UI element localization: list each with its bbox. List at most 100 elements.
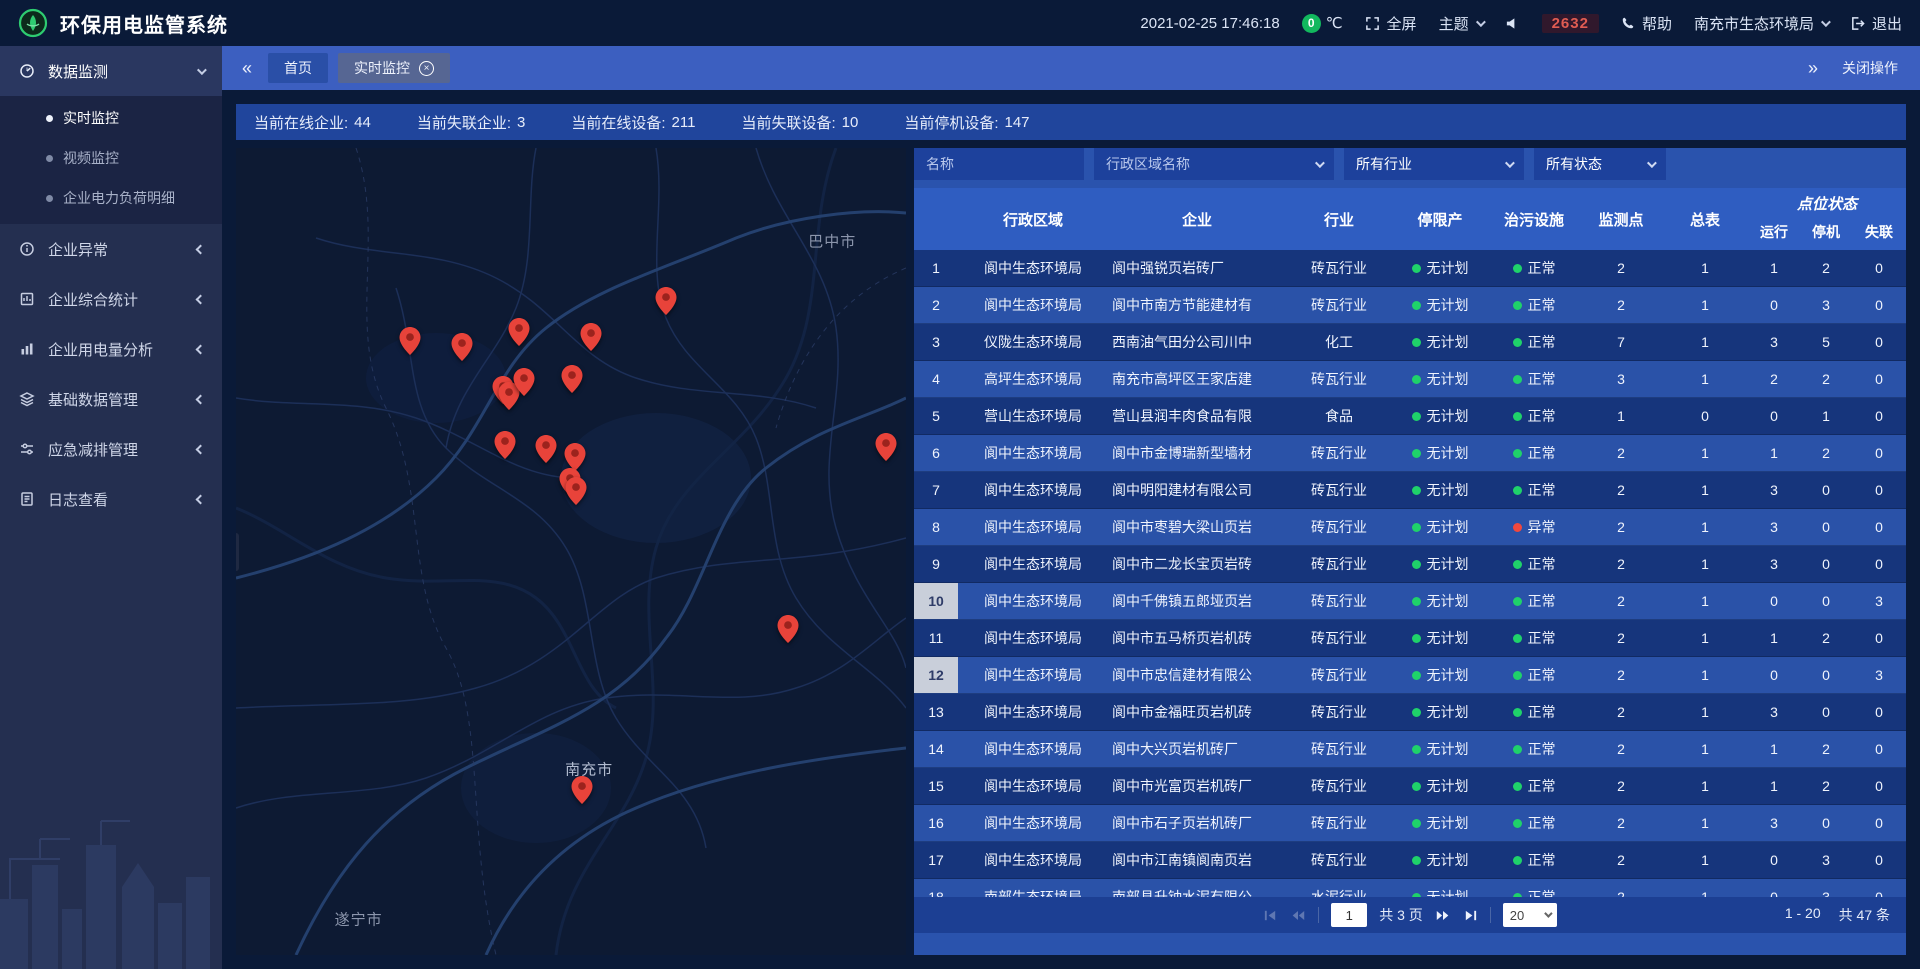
region-filter-value: 行政区域名称: [1106, 154, 1305, 174]
close-icon[interactable]: ×: [419, 61, 434, 76]
row-monitor-points: 2: [1580, 842, 1662, 878]
row-total-meters: 1: [1662, 879, 1748, 897]
map-pin-icon[interactable]: [778, 615, 799, 648]
table-row[interactable]: 8阆中生态环境局阆中市枣碧大梁山页岩砖瓦行业无计划异常21300: [914, 509, 1906, 546]
prev-page-button[interactable]: [1290, 908, 1306, 923]
status-dot-green: [1513, 671, 1522, 680]
row-company: 阆中大兴页岩机砖厂: [1108, 731, 1286, 767]
log-file-icon: [18, 491, 36, 507]
monitor-icon: [18, 63, 36, 79]
map-pin-icon[interactable]: [566, 477, 587, 510]
row-region: 阆中生态环境局: [958, 805, 1108, 841]
table-row[interactable]: 13阆中生态环境局阆中市金福旺页岩机砖砖瓦行业无计划正常21300: [914, 694, 1906, 731]
logout-button[interactable]: 退出: [1850, 13, 1902, 34]
map-pin-icon[interactable]: [572, 776, 593, 809]
table-row[interactable]: 7阆中生态环境局阆中明阳建材有限公司砖瓦行业无计划正常21300: [914, 472, 1906, 509]
org-dropdown[interactable]: 南充市生态环境局: [1694, 13, 1828, 34]
row-facility-status: 正常: [1488, 435, 1580, 471]
row-stopped-count: 2: [1800, 768, 1852, 804]
row-stopped-count: 2: [1800, 620, 1852, 656]
row-facility-status: 正常: [1488, 398, 1580, 434]
map-pin-icon[interactable]: [400, 327, 421, 360]
status-filter-select[interactable]: 所有状态: [1534, 148, 1666, 180]
page-input[interactable]: [1331, 903, 1367, 927]
row-company: 阆中市石子页岩机砖厂: [1108, 805, 1286, 841]
map-pin-icon[interactable]: [508, 318, 529, 351]
col-industry: 行业: [1286, 188, 1392, 250]
row-stopped-count: 2: [1800, 731, 1852, 767]
row-stopped-count: 2: [1800, 250, 1852, 286]
table-row[interactable]: 3仪陇生态环境局西南油气田分公司川中化工无计划正常71350: [914, 324, 1906, 361]
map-pin-icon[interactable]: [536, 435, 557, 468]
speaker-icon: [1505, 16, 1520, 31]
name-filter-input[interactable]: [914, 148, 1084, 180]
table-row[interactable]: 1阆中生态环境局阆中强锐页岩砖厂砖瓦行业无计划正常21120: [914, 250, 1906, 287]
stat-value: 147: [1005, 114, 1030, 131]
status-dot-green: [1513, 412, 1522, 421]
sidebar-group-company-abnormal[interactable]: 企业异常: [0, 224, 222, 274]
map-pin-icon[interactable]: [656, 287, 677, 320]
chevron-left-icon: [196, 344, 206, 354]
map-pin-icon[interactable]: [875, 433, 896, 466]
table-row[interactable]: 10阆中生态环境局阆中千佛镇五郎垭页岩砖瓦行业无计划正常21003: [914, 583, 1906, 620]
sidebar-group-base-data[interactable]: 基础数据管理: [0, 374, 222, 424]
page-size-select[interactable]: 20: [1503, 903, 1557, 927]
tab-home[interactable]: 首页: [268, 53, 328, 83]
industry-filter-select[interactable]: 所有行业: [1344, 148, 1524, 180]
last-page-button[interactable]: [1463, 908, 1478, 923]
row-stopped-count: 3: [1800, 879, 1852, 897]
sidebar-item-realtime-monitor[interactable]: 实时监控: [0, 98, 222, 138]
total-pages-label: 共 3 页: [1379, 905, 1423, 925]
map-pin-icon[interactable]: [581, 323, 602, 356]
next-page-button[interactable]: [1435, 908, 1451, 923]
tabs-scroll-right-icon[interactable]: »: [1808, 59, 1818, 77]
row-limit-status: 无计划: [1392, 435, 1488, 471]
first-page-button[interactable]: [1263, 908, 1278, 923]
table-row[interactable]: 18南部生态环境局南部县升钟水泥有限公水泥行业无计划正常21030: [914, 879, 1906, 897]
table-row[interactable]: 2阆中生态环境局阆中市南方节能建材有砖瓦行业无计划正常21030: [914, 287, 1906, 324]
row-company: 南部县升钟水泥有限公: [1108, 879, 1286, 897]
table-row[interactable]: 14阆中生态环境局阆中大兴页岩机砖厂砖瓦行业无计划正常21120: [914, 731, 1906, 768]
row-running-count: 1: [1748, 435, 1800, 471]
map-pin-icon[interactable]: [514, 368, 535, 401]
help-button[interactable]: 帮助: [1621, 13, 1672, 34]
row-lost-count: 0: [1852, 731, 1906, 767]
table-row[interactable]: 16阆中生态环境局阆中市石子页岩机砖厂砖瓦行业无计划正常21300: [914, 805, 1906, 842]
table-row[interactable]: 9阆中生态环境局阆中市二龙长宝页岩砖砖瓦行业无计划正常21300: [914, 546, 1906, 583]
sidebar-group-label: 企业综合统计: [48, 289, 138, 310]
table-row[interactable]: 5营山生态环境局营山县润丰肉食品有限食品无计划正常10010: [914, 398, 1906, 435]
row-lost-count: 0: [1852, 546, 1906, 582]
tabs-scroll-left-icon[interactable]: «: [242, 59, 252, 77]
status-dot-green: [1513, 449, 1522, 458]
sidebar-item-video-monitor[interactable]: 视频监控: [0, 138, 222, 178]
table-row[interactable]: 11阆中生态环境局阆中市五马桥页岩机砖砖瓦行业无计划正常21120: [914, 620, 1906, 657]
sidebar-item-power-load-detail[interactable]: 企业电力负荷明细: [0, 178, 222, 218]
sidebar-group-company-statistics[interactable]: 企业综合统计: [0, 274, 222, 324]
row-index: 13: [914, 694, 958, 730]
fullscreen-button[interactable]: 全屏: [1365, 13, 1417, 34]
theme-dropdown[interactable]: 主题: [1439, 13, 1483, 34]
table-row[interactable]: 6阆中生态环境局阆中市金博瑞新型墙材砖瓦行业无计划正常21120: [914, 435, 1906, 472]
map-collapse-button[interactable]: ◀: [236, 533, 239, 571]
table-row[interactable]: 15阆中生态环境局阆中市光富页岩机砖厂砖瓦行业无计划正常21120: [914, 768, 1906, 805]
map-pin-icon[interactable]: [452, 333, 473, 366]
table-row[interactable]: 17阆中生态环境局阆中市江南镇阆南页岩砖瓦行业无计划正常21030: [914, 842, 1906, 879]
tab-realtime-monitor[interactable]: 实时监控 ×: [338, 53, 450, 83]
map-pin-icon[interactable]: [495, 431, 516, 464]
status-dot-green: [1513, 301, 1522, 310]
announcement-button[interactable]: [1505, 16, 1520, 31]
region-filter-select[interactable]: 行政区域名称: [1094, 148, 1334, 180]
table-row[interactable]: 4高坪生态环境局南充市高坪区王家店建砖瓦行业无计划正常31220: [914, 361, 1906, 398]
table-row[interactable]: 12阆中生态环境局阆中市忠信建材有限公砖瓦行业无计划正常21003: [914, 657, 1906, 694]
top-header: 环保用电监管系统 2021-02-25 17:46:18 0 ℃ 全屏 主题: [0, 0, 1920, 46]
sidebar-group-data-monitor[interactable]: 数据监测: [0, 46, 222, 96]
sidebar-group-power-analysis[interactable]: 企业用电量分析: [0, 324, 222, 374]
row-total-meters: 1: [1662, 472, 1748, 508]
row-running-count: 0: [1748, 583, 1800, 619]
sidebar-group-emergency[interactable]: 应急减排管理: [0, 424, 222, 474]
map-canvas[interactable]: 巴中市 南充市 遂宁市 ◀: [236, 148, 906, 955]
sidebar-group-logs[interactable]: 日志查看: [0, 474, 222, 524]
row-company: 营山县润丰肉食品有限: [1108, 398, 1286, 434]
map-pin-icon[interactable]: [561, 365, 582, 398]
close-operations-button[interactable]: 关闭操作: [1842, 58, 1898, 78]
